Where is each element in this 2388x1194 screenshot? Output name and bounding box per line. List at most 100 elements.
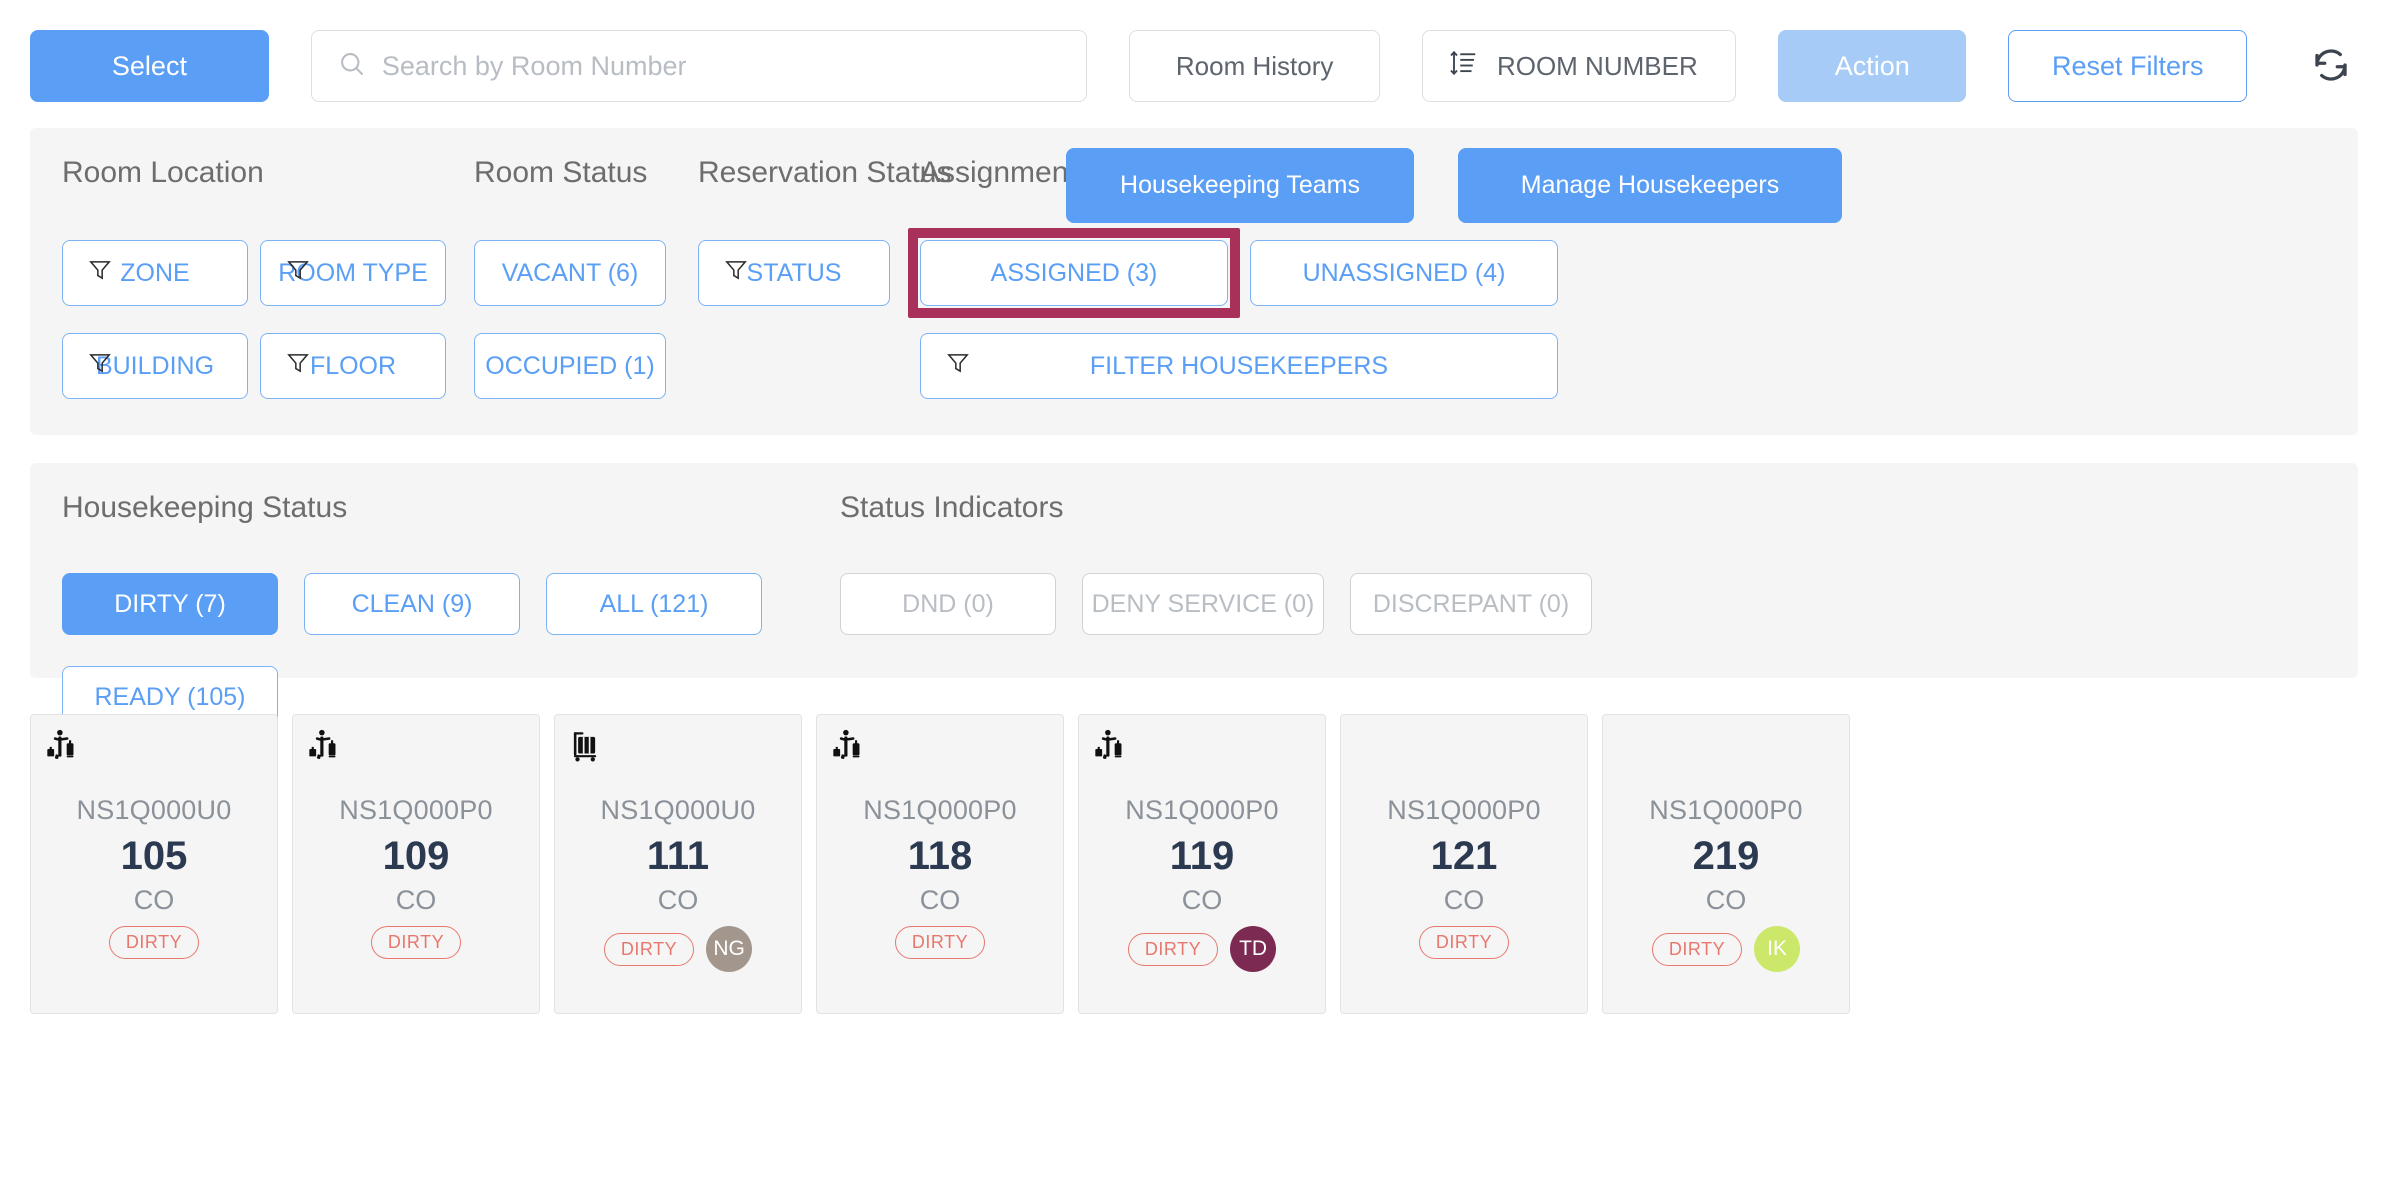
room-history-button[interactable]: Room History (1129, 30, 1380, 102)
room-card[interactable]: NS1Q000P0 121 CO DIRTY (1340, 714, 1588, 1014)
clean-label: CLEAN (9) (352, 590, 473, 619)
room-badges: DIRTY (1419, 926, 1509, 959)
funnel-icon (87, 350, 113, 383)
vacant-label: VACANT (6) (502, 259, 639, 288)
sort-label: ROOM NUMBER (1497, 51, 1698, 82)
dirty-filter-button[interactable]: DIRTY (7) (62, 573, 278, 635)
room-code: NS1Q000U0 (77, 795, 232, 826)
room-badges: DIRTY NG (604, 926, 752, 972)
reservation-status-filter-button[interactable]: STATUS (698, 240, 890, 306)
room-card[interactable]: NS1Q000P0 119 CO DIRTY TD (1078, 714, 1326, 1014)
manage-housekeepers-button[interactable]: Manage Housekeepers (1458, 148, 1842, 223)
search-placeholder-text: Search by Room Number (382, 51, 687, 82)
dnd-indicator-button[interactable]: DND (0) (840, 573, 1056, 635)
filter-housekeepers-label: FILTER HOUSEKEEPERS (1090, 352, 1388, 381)
discrepant-indicator-button[interactable]: DISCREPANT (0) (1350, 573, 1592, 635)
traveler-luggage-icon (1093, 729, 1127, 768)
housekeeper-avatar[interactable]: TD (1230, 926, 1276, 972)
housekeeping-teams-label: Housekeeping Teams (1120, 171, 1360, 200)
unassigned-label: UNASSIGNED (4) (1303, 259, 1506, 288)
room-reservation-status: CO (1706, 885, 1747, 916)
funnel-icon (723, 257, 749, 290)
filters-panel: Room Location Room Status Reservation St… (30, 128, 2358, 435)
funnel-icon (87, 257, 113, 290)
room-reservation-status: CO (396, 885, 437, 916)
funnel-icon (285, 257, 311, 290)
assigned-filter-button[interactable]: ASSIGNED (3) (920, 240, 1228, 306)
action-button-label: Action (1835, 51, 1910, 82)
building-filter-button[interactable]: BUILDING (62, 333, 248, 399)
vacant-filter-button[interactable]: VACANT (6) (474, 240, 666, 306)
filter-housekeepers-button[interactable]: FILTER HOUSEKEEPERS (920, 333, 1558, 399)
status-label: STATUS (747, 259, 842, 288)
room-type-filter-button[interactable]: ROOM TYPE (260, 240, 446, 306)
room-code: NS1Q000P0 (863, 795, 1016, 826)
filter-column-title-room-status: Room Status (474, 156, 647, 190)
building-label: BUILDING (96, 352, 214, 381)
status-badge: DIRTY (1419, 926, 1509, 959)
funnel-icon (285, 350, 311, 383)
refresh-button[interactable] (2303, 38, 2358, 94)
manage-housekeepers-label: Manage Housekeepers (1521, 171, 1780, 200)
status-badge: DIRTY (1652, 933, 1742, 966)
assigned-label: ASSIGNED (3) (991, 259, 1158, 288)
room-card[interactable]: NS1Q000P0118CODIRTY (816, 714, 1064, 1014)
reset-filters-button[interactable]: Reset Filters (2008, 30, 2247, 102)
room-code: NS1Q000P0 (339, 795, 492, 826)
floor-filter-button[interactable]: FLOOR (260, 333, 446, 399)
deny-service-label: DENY SERVICE (0) (1092, 590, 1315, 619)
room-badges: DIRTY IK (1652, 926, 1800, 972)
room-card[interactable]: NS1Q000U0105CODIRTY (30, 714, 278, 1014)
zone-filter-button[interactable]: ZONE (62, 240, 248, 306)
room-number: 118 (908, 834, 973, 879)
room-reservation-status: CO (1182, 885, 1223, 916)
sort-by-room-number-button[interactable]: ROOM NUMBER (1422, 30, 1736, 102)
status-indicators-title: Status Indicators (840, 491, 1063, 525)
unassigned-filter-button[interactable]: UNASSIGNED (4) (1250, 240, 1558, 306)
room-code: NS1Q000P0 (1387, 795, 1540, 826)
occupied-label: OCCUPIED (1) (485, 352, 654, 381)
housekeeping-status-title: Housekeeping Status (62, 491, 347, 525)
room-badges: DIRTY (109, 926, 199, 959)
ready-label: READY (105) (95, 683, 246, 712)
room-badges: DIRTY (895, 926, 985, 959)
deny-service-indicator-button[interactable]: DENY SERVICE (0) (1082, 573, 1324, 635)
housekeeping-teams-button[interactable]: Housekeeping Teams (1066, 148, 1414, 223)
room-card[interactable]: NS1Q000U0111CODIRTYNG (554, 714, 802, 1014)
dirty-label: DIRTY (7) (114, 590, 226, 619)
status-badge: DIRTY (1128, 933, 1218, 966)
room-number: 119 (1170, 834, 1235, 879)
room-number: 105 (121, 834, 188, 879)
dnd-label: DND (0) (902, 590, 994, 619)
housekeeper-avatar[interactable]: IK (1754, 926, 1800, 972)
room-card[interactable]: NS1Q000P0219CODIRTYIK (1602, 714, 1850, 1014)
all-filter-button[interactable]: ALL (121) (546, 573, 762, 635)
room-card[interactable]: NS1Q000P0109CODIRTY (292, 714, 540, 1014)
select-button[interactable]: Select (30, 30, 269, 102)
room-code: NS1Q000U0 (601, 795, 756, 826)
zone-label: ZONE (120, 259, 189, 288)
search-icon (338, 50, 366, 83)
clean-filter-button[interactable]: CLEAN (9) (304, 573, 520, 635)
room-cards-grid: NS1Q000U0105CODIRTYNS1Q000P0109CODIRTYNS… (0, 678, 2388, 1014)
reset-filters-label: Reset Filters (2052, 51, 2204, 82)
filter-column-title-room-location: Room Location (62, 156, 264, 190)
all-label: ALL (121) (600, 590, 709, 619)
search-input[interactable]: Search by Room Number (311, 30, 1087, 102)
filter-column-title-assignment: Assignment (920, 156, 1077, 190)
filter-column-title-reservation-status: Reservation Status (698, 156, 951, 190)
occupied-filter-button[interactable]: OCCUPIED (1) (474, 333, 666, 399)
room-reservation-status: CO (1444, 885, 1485, 916)
status-panel: Housekeeping Status Status Indicators DI… (30, 463, 2358, 678)
room-number: 219 (1693, 834, 1760, 879)
room-number: 121 (1431, 834, 1498, 879)
room-reservation-status: CO (658, 885, 699, 916)
discrepant-label: DISCREPANT (0) (1373, 590, 1569, 619)
action-button[interactable]: Action (1778, 30, 1966, 102)
funnel-icon (945, 350, 971, 383)
top-toolbar: Select Search by Room Number Room Histor… (0, 0, 2388, 128)
housekeeper-avatar[interactable]: NG (706, 926, 752, 972)
status-badge: DIRTY (604, 933, 694, 966)
room-code: NS1Q000P0 (1125, 795, 1278, 826)
traveler-luggage-icon (831, 729, 865, 768)
